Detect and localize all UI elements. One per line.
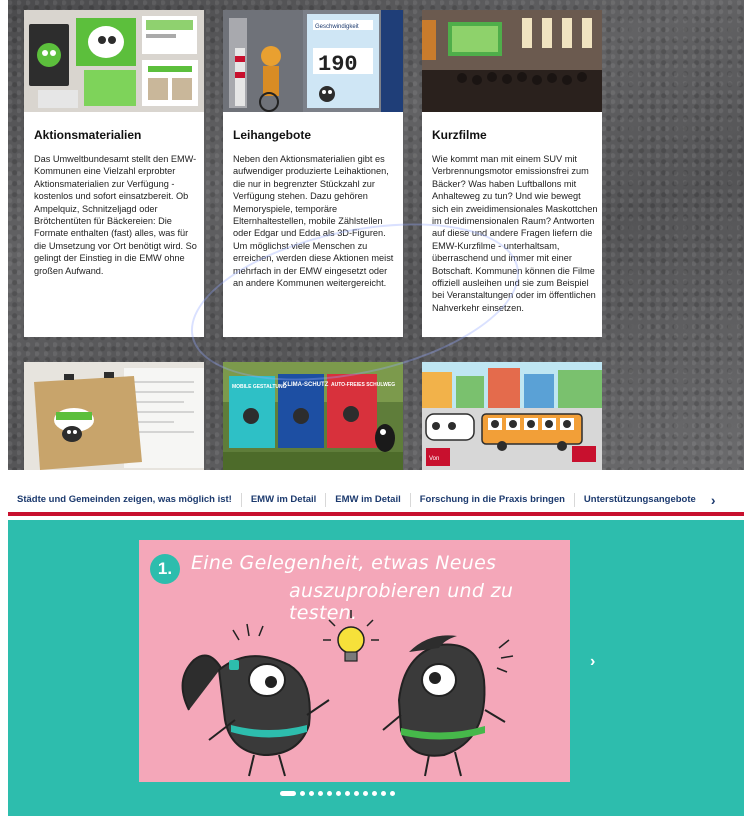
bus-illustration[interactable]: Von xyxy=(422,362,602,470)
card-title: Kurzfilme xyxy=(432,128,487,142)
carousel: 1. Eine Gelegenheit, etwas Neues auszupr… xyxy=(8,520,744,816)
posters-photo[interactable]: MOBILE GESTALTUNG KLIMA-SCHUTZ AUTO-FREI… xyxy=(223,362,403,470)
slide-headline-line1: Eine Gelegenheit, etwas Neues xyxy=(191,552,497,574)
mascot-right xyxy=(382,635,514,777)
bus-sign-text: Von xyxy=(429,456,439,462)
slide-headline-line2: auszuprobieren und zu testen. xyxy=(289,580,514,624)
carousel-dot-3[interactable] xyxy=(309,791,314,796)
tab-emw-im-detail-1[interactable]: EMW im Detail xyxy=(242,488,325,512)
materials-section: Aktionsmaterialien Das Umweltbundesamt s… xyxy=(8,0,744,470)
carousel-dot-11[interactable] xyxy=(381,791,386,796)
carousel-dot-1[interactable] xyxy=(280,791,296,796)
card-text: Das Umweltbundesamt stellt den EMW-Kommu… xyxy=(34,154,197,276)
leihangebote-photo: Geschwindigkeit 190 xyxy=(223,10,403,112)
section-tab-nav: Städte und Gemeinden zeigen, was möglich… xyxy=(8,488,744,516)
tab-forschung-praxis[interactable]: Forschung in die Praxis bringen xyxy=(411,488,574,512)
aktionsmaterialien-photo xyxy=(24,10,204,112)
card-kurzfilme[interactable]: Kurzfilme Wie kommt man mit einem SUV mi… xyxy=(422,10,602,337)
card-title: Aktionsmaterialien xyxy=(34,128,142,142)
carousel-dot-9[interactable] xyxy=(363,791,368,796)
tab-unterstuetzungsangebote[interactable]: Unterstützungsangebote xyxy=(575,488,705,512)
carousel-dot-10[interactable] xyxy=(372,791,377,796)
poster-text-3: AUTO-FREIES SCHULWEG xyxy=(331,382,395,388)
carousel-slide: 1. Eine Gelegenheit, etwas Neues auszupr… xyxy=(139,540,570,782)
poster-text-2: KLIMA-SCHUTZ xyxy=(283,382,329,388)
materials-package-photo[interactable] xyxy=(24,362,204,470)
card-text: Wie kommt man mit einem SUV mit Verbrenn… xyxy=(432,154,598,313)
card-title: Leihangebote xyxy=(233,128,312,142)
slide-illustration xyxy=(181,610,514,777)
carousel-dot-5[interactable] xyxy=(327,791,332,796)
card-text: Neben den Aktionsmaterialien gibt es auf… xyxy=(233,154,394,289)
tab-staedte-gemeinden[interactable]: Städte und Gemeinden zeigen, was möglich… xyxy=(8,488,241,512)
mascot-left xyxy=(181,623,330,777)
tab-emw-im-detail-2[interactable]: EMW im Detail xyxy=(326,488,409,512)
counter-sign-text: Geschwindigkeit xyxy=(315,24,359,30)
tab-next-chevron-icon[interactable]: › xyxy=(705,492,722,508)
carousel-next-chevron-icon[interactable]: › xyxy=(590,653,595,671)
carousel-dot-7[interactable] xyxy=(345,791,350,796)
poster-text-1: MOBILE GESTALTUNG xyxy=(232,384,287,390)
carousel-dot-4[interactable] xyxy=(318,791,323,796)
kurzfilme-photo xyxy=(422,10,602,112)
carousel-dot-8[interactable] xyxy=(354,791,359,796)
carousel-dot-6[interactable] xyxy=(336,791,341,796)
counter-value: 190 xyxy=(318,52,358,77)
card-aktionsmaterialien[interactable]: Aktionsmaterialien Das Umweltbundesamt s… xyxy=(24,10,204,337)
carousel-dot-2[interactable] xyxy=(300,791,305,796)
carousel-dot-12[interactable] xyxy=(390,791,395,796)
slide-number-badge: 1. xyxy=(150,554,180,584)
carousel-pagination xyxy=(280,791,395,796)
card-leihangebote[interactable]: Geschwindigkeit 190 Leihangebote Neben d… xyxy=(223,10,403,337)
